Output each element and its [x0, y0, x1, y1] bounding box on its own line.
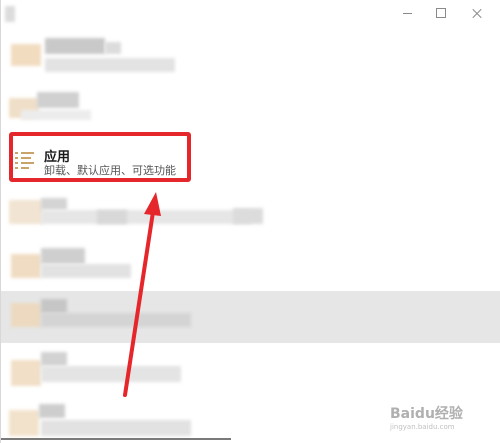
blurred-title — [39, 404, 65, 418]
blurred-description — [233, 208, 263, 224]
maximize-icon — [436, 8, 446, 18]
blurred-description — [21, 110, 91, 120]
blurred-description — [41, 366, 181, 382]
blurred-icon — [11, 303, 41, 327]
title-bar — [1, 0, 500, 30]
bottom-divider — [1, 438, 231, 440]
blurred-icon — [11, 44, 41, 66]
blurred-title — [37, 92, 79, 108]
minimize-icon — [403, 13, 412, 14]
blurred-title — [105, 42, 121, 54]
baidu-watermark: Baidu经验 jingyan.baidu.com — [390, 403, 488, 431]
settings-item-selected[interactable] — [1, 291, 500, 343]
blurred-description — [41, 210, 251, 224]
blurred-icon — [9, 200, 43, 224]
blurred-title — [41, 248, 85, 264]
minimize-button[interactable] — [400, 6, 414, 20]
blurred-title — [45, 38, 105, 54]
blurred-element — [5, 6, 15, 22]
blurred-title — [41, 198, 67, 210]
settings-window: 应用 卸载、默认应用、可选功能 Baidu经验 jingyan.baidu.co… — [0, 0, 500, 443]
blurred-description — [97, 210, 127, 224]
blurred-icon — [9, 410, 39, 436]
blurred-title — [41, 299, 67, 313]
maximize-button[interactable] — [434, 6, 448, 20]
blurred-description — [41, 264, 131, 278]
blurred-icon — [11, 360, 41, 386]
watermark-brand: Baidu经验 — [390, 406, 463, 422]
blurred-description — [41, 313, 191, 327]
blurred-icon — [11, 254, 41, 278]
close-button[interactable] — [470, 6, 484, 20]
blurred-description — [45, 58, 175, 72]
blurred-description — [41, 420, 191, 436]
watermark-subtitle: jingyan.baidu.com — [390, 423, 455, 431]
blurred-title — [41, 352, 67, 366]
highlight-box — [9, 132, 191, 182]
